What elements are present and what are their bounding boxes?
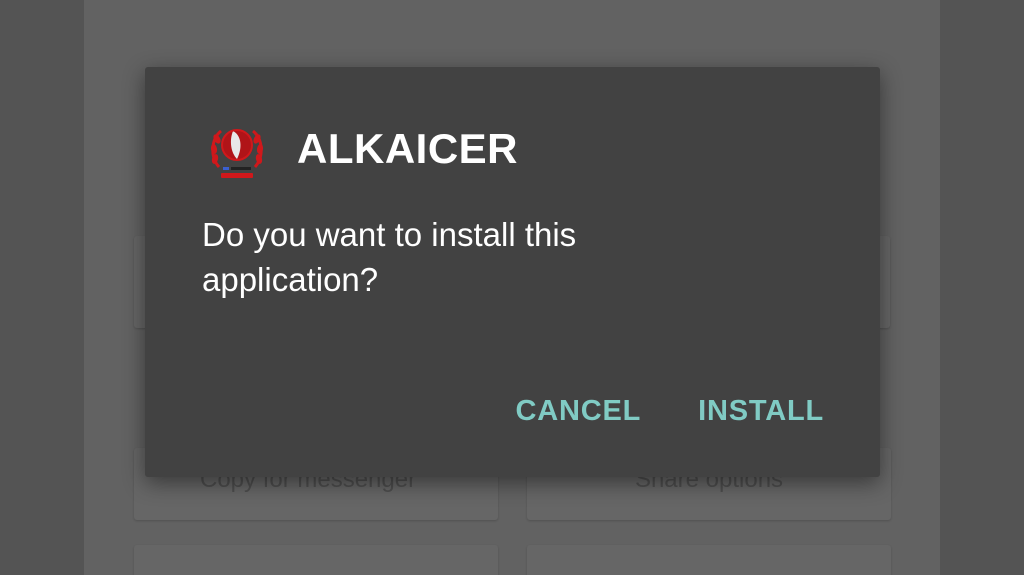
dialog-actions: CANCEL INSTALL	[515, 395, 824, 428]
install-dialog: ALKAICER Do you want to install this app…	[145, 67, 880, 477]
install-prompt-message: Do you want to install this application?	[202, 216, 577, 298]
left-gutter	[0, 0, 84, 575]
background-card	[134, 545, 498, 575]
app-name-title: ALKAICER	[297, 125, 518, 172]
right-gutter	[940, 0, 1024, 575]
red-emblem-icon	[210, 129, 264, 178]
install-button[interactable]: INSTALL	[698, 395, 824, 428]
background-card	[527, 545, 891, 575]
install-screen: Copy for messenger Share options ALKAICE…	[0, 0, 1024, 575]
cancel-button[interactable]: CANCEL	[515, 395, 641, 428]
